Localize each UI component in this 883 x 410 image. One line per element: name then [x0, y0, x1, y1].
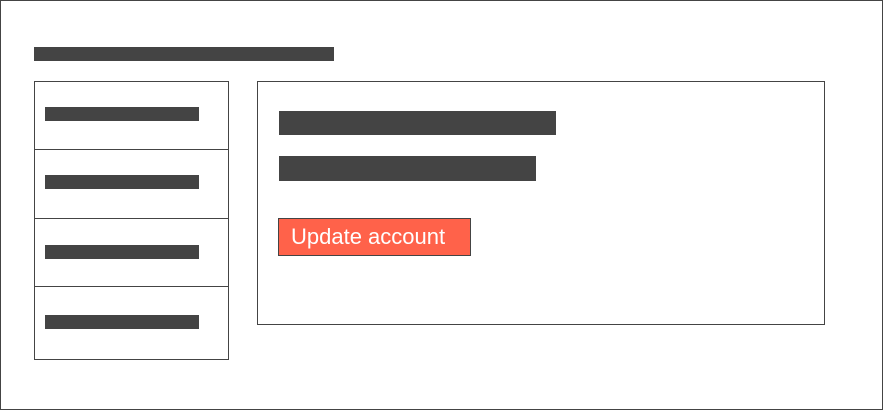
- sidebar-item-1[interactable]: [35, 82, 228, 150]
- sidebar-item-label-placeholder: [45, 245, 199, 259]
- sidebar-item-4[interactable]: [35, 289, 228, 357]
- sidebar-nav: [34, 81, 229, 360]
- page-title-placeholder: [34, 47, 334, 61]
- update-account-button[interactable]: Update account: [278, 218, 471, 256]
- app-window: Update account: [0, 0, 883, 410]
- account-content-panel: Update account: [257, 81, 825, 325]
- sidebar-item-3[interactable]: [35, 219, 228, 287]
- sidebar-item-label-placeholder: [45, 175, 199, 189]
- content-heading-placeholder: [279, 111, 556, 135]
- sidebar-item-label-placeholder: [45, 315, 199, 329]
- sidebar-item-label-placeholder: [45, 107, 199, 121]
- sidebar-item-2[interactable]: [35, 151, 228, 219]
- content-text-placeholder: [279, 156, 536, 181]
